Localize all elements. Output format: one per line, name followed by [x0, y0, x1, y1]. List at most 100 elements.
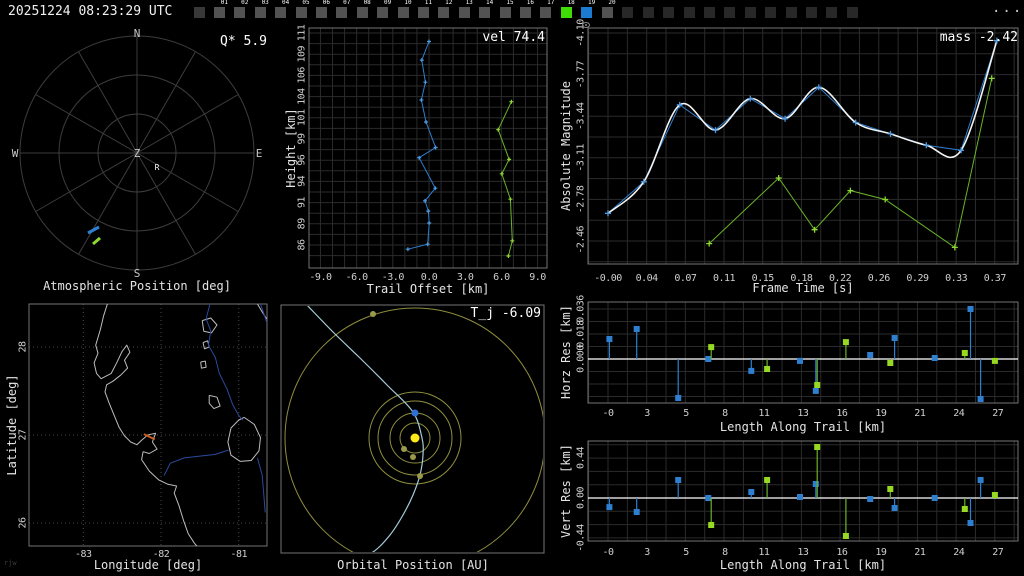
tick-label: 104: [297, 88, 308, 105]
frame-thumb-19[interactable]: 19: [581, 0, 595, 18]
frame-thumb-15[interactable]: 15: [499, 0, 514, 18]
tick-label: 6.0: [493, 272, 510, 283]
tick-label: 0.26: [868, 273, 891, 284]
river: [163, 449, 229, 476]
frame-thumb-01[interactable]: 01: [214, 0, 228, 18]
frame-thumb-03[interactable]: 03: [254, 0, 269, 18]
tick-label: 111: [297, 24, 308, 41]
map-panel: -83 -82 -81282726 Longitude [deg] Latitude…: [5, 303, 268, 572]
frame-number: 16: [526, 0, 534, 6]
frame-thumb-09[interactable]: 09: [377, 0, 391, 18]
frame-thumb-02[interactable]: 02: [234, 0, 248, 18]
frame-number: 06: [322, 0, 330, 6]
frame-thumb-extra-10[interactable]: [806, 7, 817, 18]
frame-thumb-extra-4[interactable]: [683, 7, 695, 18]
frame-thumb-20[interactable]: 20: [601, 0, 616, 18]
mass-annotation: mass -2.42: [940, 30, 1018, 45]
mag-ylabel: Absolute Magnitude: [559, 81, 573, 211]
coastline: [208, 394, 221, 410]
vert-blue-marker: [812, 481, 819, 487]
frame-thumb-extra-2[interactable]: [642, 7, 654, 18]
horz-green-marker: [961, 350, 968, 356]
frame-thumb-extra-12[interactable]: [846, 7, 858, 18]
tick-label: -6.0: [346, 272, 369, 283]
trail-chart: -9.0 -6.0 -3.0 0.0 3.0 6.0 9.08689919496991011…: [297, 24, 548, 283]
frame-thumb-13[interactable]: 13: [458, 0, 473, 18]
tick-label: 11: [758, 408, 770, 419]
vel-annotation: vel 74.4: [482, 30, 545, 45]
tick-label: 0.33: [945, 273, 968, 284]
frame-thumb-pre[interactable]: [194, 7, 205, 18]
trail-xlabel: Trail Offset [km]: [367, 282, 490, 296]
frame-thumb-17[interactable]: 17: [540, 0, 554, 18]
coastline: [201, 317, 218, 334]
tick-label: 5: [683, 547, 689, 558]
map-xlabel: Longitude [deg]: [94, 558, 202, 572]
horz-ylabel: Horz Res [km]: [559, 305, 573, 399]
station-blue-marker: [426, 209, 431, 214]
menu-ellipsis-button[interactable]: ...: [992, 0, 1023, 16]
tick-label: 0.29: [906, 273, 929, 284]
tick-label: -3.77: [576, 60, 587, 88]
sun-dot: [410, 433, 420, 443]
tick-label: 27: [992, 547, 1004, 558]
station-blue-line: [407, 41, 437, 250]
magnitude-panel: -0.00 0.04 0.07 0.11 0.15 0.18 0.22 0.26 0.29 0.3…: [559, 19, 1019, 295]
vert-ylabel: Vert Res [km]: [559, 444, 573, 538]
horz-blue-marker: [675, 395, 682, 401]
tick-label: 99: [297, 133, 308, 145]
frame-thumb-04[interactable]: 04: [275, 0, 289, 18]
atmospheric-title: Atmospheric Position [deg]: [43, 279, 231, 293]
tick-label: 19: [875, 547, 887, 558]
frame-thumb-18[interactable]: 18: [560, 0, 575, 18]
q-annotation: Q* 5.9: [220, 34, 267, 49]
frame-number: 03: [261, 0, 269, 6]
compass-east-label: E: [256, 147, 263, 160]
frame-thumb-05[interactable]: 05: [295, 0, 310, 18]
frame-thumb-extra-7[interactable]: [744, 7, 756, 18]
tick-label: -3.44: [576, 102, 587, 130]
frame-number: 09: [383, 0, 392, 6]
frame-thumb-extra-9[interactable]: [785, 7, 797, 18]
frame-thumb-14[interactable]: 14: [479, 0, 493, 18]
obs-green-marker: [882, 196, 889, 203]
plot-border: [587, 440, 1019, 542]
frame-thumb-extra-1[interactable]: [622, 7, 634, 18]
frame-number: 08: [363, 0, 371, 6]
frame-thumb-extra-8[interactable]: [765, 7, 777, 18]
horz-green-marker: [814, 382, 821, 388]
planet-dot: [417, 473, 423, 479]
tick-label: 27: [992, 408, 1004, 419]
azimuth-spoke: [35, 152, 138, 212]
frame-thumb-extra-11[interactable]: [826, 7, 838, 18]
frame-thumb-10[interactable]: 10: [397, 0, 412, 18]
frame-thumb-11[interactable]: 11: [418, 0, 432, 18]
tick-label: 16: [836, 547, 848, 558]
frame-number: 20: [608, 0, 616, 6]
coastline: [227, 416, 261, 462]
frame-thumb-06[interactable]: 06: [316, 0, 330, 18]
frame-thumb-16[interactable]: 16: [520, 0, 534, 18]
frame-thumb-12[interactable]: 12: [438, 0, 452, 18]
tick-label: 101: [297, 109, 308, 126]
radiant-marker: R: [155, 163, 160, 172]
visibility-eye-icon[interactable]: [582, 22, 590, 28]
planet-dot: [370, 311, 376, 317]
horz-blue-marker: [977, 396, 984, 402]
station-blue-marker: [427, 221, 432, 225]
tick-label: 21: [914, 408, 926, 419]
frame-number: 07: [343, 0, 351, 6]
station-green-marker: [507, 157, 512, 162]
river: [256, 457, 266, 513]
frame-thumb-extra-5[interactable]: [704, 7, 715, 18]
frame-thumb-08[interactable]: 08: [356, 0, 371, 18]
vert-blue-marker: [797, 494, 803, 500]
tick-label: -3.11: [576, 144, 587, 172]
frame-thumb-07[interactable]: 07: [336, 0, 350, 18]
tick-label: 27: [18, 429, 29, 441]
mag-xlabel: Frame Time [s]: [752, 281, 853, 295]
frame-thumb-extra-3[interactable]: [663, 7, 675, 18]
frame-thumb-extra-6[interactable]: [724, 7, 736, 18]
tick-label: 0.04: [636, 273, 659, 284]
vert-blue-marker: [891, 505, 898, 511]
